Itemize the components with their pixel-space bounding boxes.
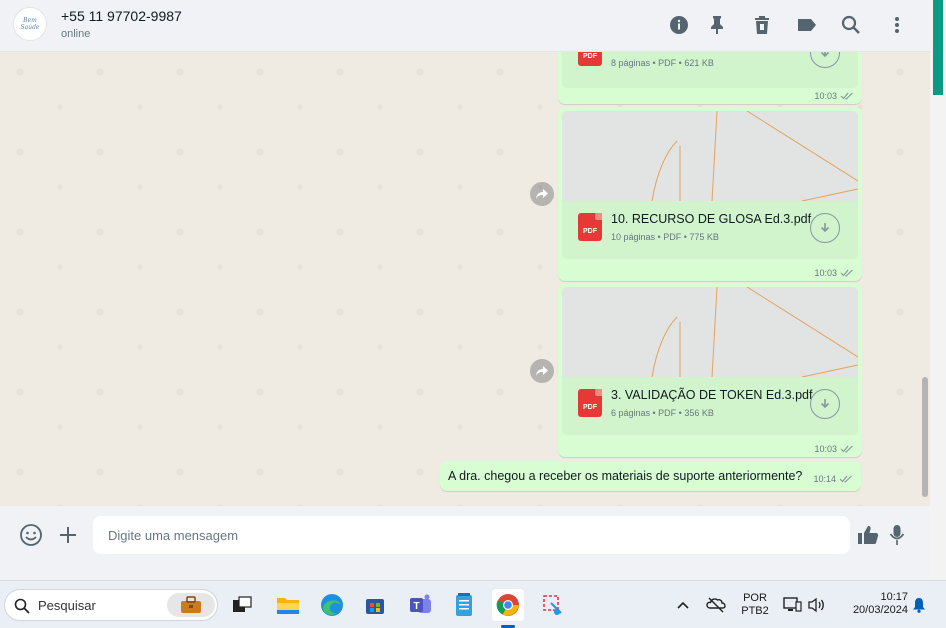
message-input[interactable] (93, 516, 850, 554)
text-message[interactable]: A dra. chegou a receber os materiais de … (440, 461, 861, 491)
notification-bell-icon[interactable] (908, 589, 930, 621)
window-scroll-thumb[interactable] (933, 0, 943, 95)
document-preview[interactable] (562, 287, 858, 377)
teams-icon[interactable]: T (405, 589, 437, 621)
message-time: 10:03 (814, 268, 854, 278)
message-composer (0, 506, 930, 563)
time-label: 10:03 (814, 91, 837, 101)
document-message[interactable]: PDF 10. RECURSO DE GLOSA Ed.3.pdf 10 pág… (558, 107, 862, 281)
contact-name[interactable]: +55 11 97702-9987 (61, 8, 182, 24)
pdf-file-icon: PDF (578, 52, 602, 66)
emoji-icon[interactable] (18, 522, 44, 548)
language-label: POR (743, 592, 767, 604)
chrome-icon[interactable] (492, 589, 524, 621)
double-check-icon (839, 475, 852, 483)
clock-time: 10:17 (880, 591, 908, 603)
document-name: 10. RECURSO DE GLOSA Ed.3.pdf (611, 212, 812, 226)
taskbar-search[interactable]: Pesquisar (4, 589, 218, 621)
contact-avatar[interactable]: Bem Saúde (13, 7, 47, 41)
pin-icon[interactable] (706, 14, 728, 36)
double-check-icon (840, 269, 853, 277)
thumbs-up-icon[interactable] (855, 522, 881, 548)
volume-icon[interactable] (804, 589, 828, 621)
document-card[interactable]: PDF 8 páginas • PDF • 621 KB (562, 52, 858, 88)
pdf-file-icon: PDF (578, 213, 602, 241)
trash-icon[interactable] (751, 14, 773, 36)
file-explorer-icon[interactable] (272, 589, 304, 621)
document-meta: 6 páginas • PDF • 356 KB (611, 408, 714, 418)
message-time: 10:03 (814, 91, 854, 101)
chat-header: Bem Saúde +55 11 97702-9987 online (0, 0, 930, 52)
windows-taskbar: Pesquisar T POR PTB2 10:17 20/03/2024 (0, 580, 946, 628)
chat-area[interactable]: PDF 8 páginas • PDF • 621 KB 10:03 PDF 1… (0, 52, 930, 506)
search-icon (14, 598, 30, 614)
info-icon[interactable] (668, 14, 690, 36)
edge-browser-icon[interactable] (316, 589, 348, 621)
microsoft-store-icon[interactable] (359, 589, 391, 621)
microphone-icon[interactable] (884, 522, 910, 548)
svg-text:T: T (414, 601, 420, 612)
search-icon[interactable] (840, 14, 862, 36)
search-label: Pesquisar (38, 598, 96, 613)
message-time: 10:14 (813, 474, 853, 484)
document-message[interactable]: PDF 8 páginas • PDF • 621 KB 10:03 (558, 52, 862, 104)
menu-dots-icon[interactable] (886, 14, 908, 36)
double-check-icon (840, 92, 853, 100)
keyboard-layout-label: PTB2 (741, 605, 769, 617)
message-time: 10:03 (814, 444, 854, 454)
chat-scrollbar[interactable] (922, 377, 928, 497)
attach-plus-icon[interactable] (55, 522, 81, 548)
forward-icon[interactable] (530, 182, 554, 206)
input-language[interactable]: POR PTB2 (736, 592, 774, 618)
document-card[interactable]: PDF 3. VALIDAÇÃO DE TOKEN Ed.3.pdf 6 pág… (562, 377, 858, 435)
download-icon[interactable] (810, 213, 840, 243)
briefcase-icon (167, 593, 215, 617)
network-offline-icon[interactable] (702, 589, 730, 621)
document-message[interactable]: PDF 3. VALIDAÇÃO DE TOKEN Ed.3.pdf 6 pág… (558, 283, 862, 457)
document-preview[interactable] (562, 111, 858, 201)
window-right-gutter (930, 0, 946, 580)
system-clock[interactable]: 10:17 20/03/2024 (836, 591, 908, 617)
snipping-tool-icon[interactable] (537, 589, 569, 621)
clock-date: 20/03/2024 (852, 604, 908, 616)
pdf-file-icon: PDF (578, 389, 602, 417)
forward-icon[interactable] (530, 359, 554, 383)
document-card[interactable]: PDF 10. RECURSO DE GLOSA Ed.3.pdf 10 pág… (562, 201, 858, 259)
message-text: A dra. chegou a receber os materiais de … (448, 469, 803, 483)
document-meta: 10 páginas • PDF • 775 KB (611, 232, 719, 242)
notepad-icon[interactable] (448, 589, 480, 621)
chevron-up-icon[interactable] (670, 589, 696, 621)
monitor-network-icon[interactable] (780, 589, 804, 621)
avatar-logo: Bem Saúde (20, 17, 40, 31)
download-icon[interactable] (810, 389, 840, 419)
label-tag-icon[interactable] (796, 14, 818, 36)
time-label: 10:03 (814, 268, 837, 278)
task-view-icon[interactable] (226, 589, 258, 621)
time-label: 10:03 (814, 444, 837, 454)
time-label: 10:14 (813, 474, 836, 484)
window-bottom-strip (0, 563, 946, 580)
contact-status: online (61, 28, 91, 40)
document-name: 3. VALIDAÇÃO DE TOKEN Ed.3.pdf (611, 388, 813, 402)
document-meta: 8 páginas • PDF • 621 KB (611, 58, 714, 68)
double-check-icon (840, 445, 853, 453)
download-icon[interactable] (810, 52, 840, 68)
